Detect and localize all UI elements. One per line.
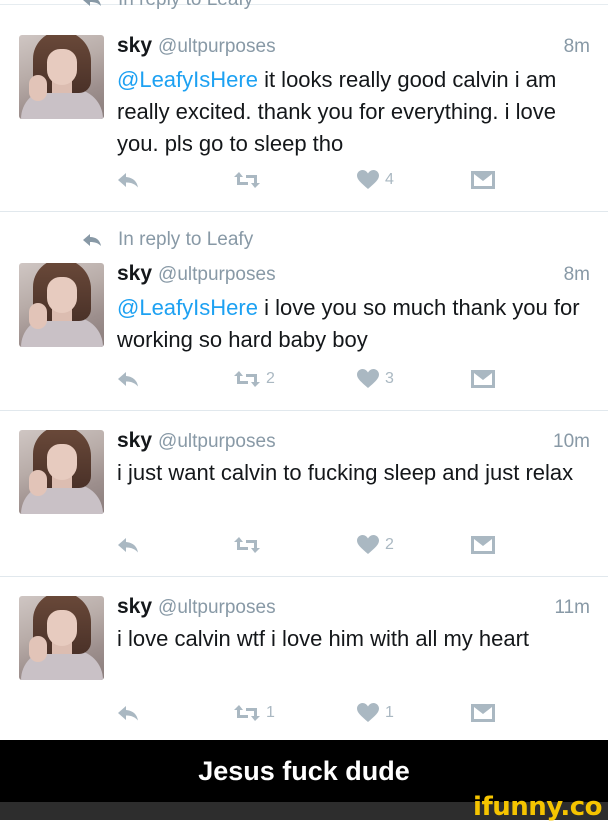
avatar[interactable]: [19, 596, 104, 680]
tweet-text: i just want calvin to fucking sleep and …: [117, 460, 574, 485]
direct-message-button[interactable]: [471, 701, 495, 725]
username[interactable]: @ultpurposes: [158, 264, 276, 285]
like-button[interactable]: 3: [357, 367, 394, 391]
tweet[interactable]: sky @ultpurposes 11m i love calvin wtf i …: [0, 577, 608, 740]
reply-icon: [118, 173, 138, 188]
reply-icon: [118, 538, 138, 553]
like-icon: [357, 703, 379, 722]
retweet-icon: [234, 705, 260, 721]
like-count: 2: [385, 536, 394, 553]
avatar[interactable]: [19, 263, 104, 347]
reply-arrow-icon: [83, 0, 101, 6]
retweet-icon: [234, 537, 260, 553]
author[interactable]: sky @ultpurposes: [117, 262, 276, 286]
direct-message-icon: [471, 536, 495, 554]
display-name[interactable]: sky: [117, 429, 152, 452]
retweet-count: 2: [266, 370, 275, 387]
display-name[interactable]: sky: [117, 34, 152, 57]
tweet[interactable]: sky @ultpurposes 10m i just want calvin t…: [0, 411, 608, 577]
tweet-actions: 2 3: [0, 367, 608, 391]
like-icon: [357, 535, 379, 554]
timestamp[interactable]: 8m: [564, 264, 590, 286]
like-button[interactable]: 1: [357, 701, 394, 725]
tweet-text: @LeafyIsHere it looks really good calvin…: [117, 64, 592, 160]
like-button[interactable]: 2: [357, 533, 394, 557]
retweet-count: 1: [266, 704, 275, 721]
direct-message-icon: [471, 171, 495, 189]
avatar[interactable]: [19, 35, 104, 119]
watermark-bar: ifunny.co: [0, 794, 608, 820]
mention-link[interactable]: @LeafyIsHere: [117, 67, 258, 92]
tweet[interactable]: In reply to Leafy sky @ultpurposes 8m @Le…: [0, 212, 608, 411]
direct-message-button[interactable]: [471, 367, 495, 391]
timestamp[interactable]: 10m: [553, 431, 590, 453]
retweet-button[interactable]: [234, 168, 266, 192]
direct-message-button[interactable]: [471, 168, 495, 192]
reply-context[interactable]: In reply to Leafy: [82, 0, 253, 12]
reply-icon: [118, 706, 138, 721]
timestamp[interactable]: 11m: [554, 597, 590, 619]
author[interactable]: sky @ultpurposes: [117, 595, 276, 619]
retweet-button[interactable]: 2: [234, 367, 275, 391]
reply-icon: [118, 372, 138, 387]
like-icon: [357, 170, 379, 189]
tweet-actions: 1 1: [0, 701, 608, 725]
display-name[interactable]: sky: [117, 262, 152, 285]
mention-link[interactable]: @LeafyIsHere: [117, 295, 258, 320]
username[interactable]: @ultpurposes: [158, 36, 276, 57]
tweet-text: @LeafyIsHere i love you so much thank yo…: [117, 292, 592, 356]
retweet-button[interactable]: [234, 533, 266, 557]
tweet-actions: 4: [0, 168, 608, 192]
tweet-text: i love calvin wtf i love him with all my…: [117, 626, 530, 651]
username[interactable]: @ultpurposes: [158, 597, 276, 618]
tweet-feed: In reply to Leafy sky @ultpurposes 8m @Le…: [0, 0, 608, 740]
like-count: 1: [385, 704, 394, 721]
direct-message-icon: [471, 704, 495, 722]
reply-button[interactable]: [117, 367, 139, 391]
retweet-button[interactable]: 1: [234, 701, 275, 725]
reply-context-label: In reply to Leafy: [118, 0, 253, 11]
reply-context-label: In reply to Leafy: [118, 229, 254, 250]
direct-message-button[interactable]: [471, 533, 495, 557]
retweet-icon: [234, 172, 260, 188]
author[interactable]: sky @ultpurposes: [117, 429, 276, 453]
reply-context[interactable]: In reply to Leafy: [82, 228, 253, 252]
reply-arrow-icon: [83, 234, 101, 246]
reply-button[interactable]: [117, 533, 139, 557]
like-icon: [357, 369, 379, 388]
tweet[interactable]: In reply to Leafy sky @ultpurposes 8m @Le…: [0, 0, 608, 212]
retweet-icon: [234, 371, 260, 387]
like-button[interactable]: 4: [357, 168, 394, 192]
reply-button[interactable]: [117, 168, 139, 192]
author[interactable]: sky @ultpurposes: [117, 34, 276, 58]
direct-message-icon: [471, 370, 495, 388]
ifunny-logo: ifunny.co: [473, 792, 602, 822]
tweet-actions: 2: [0, 533, 608, 557]
reply-button[interactable]: [117, 701, 139, 725]
timestamp[interactable]: 8m: [564, 36, 590, 58]
like-count: 3: [385, 370, 394, 387]
username[interactable]: @ultpurposes: [158, 431, 276, 452]
like-count: 4: [385, 171, 394, 188]
display-name[interactable]: sky: [117, 595, 152, 618]
avatar[interactable]: [19, 430, 104, 514]
